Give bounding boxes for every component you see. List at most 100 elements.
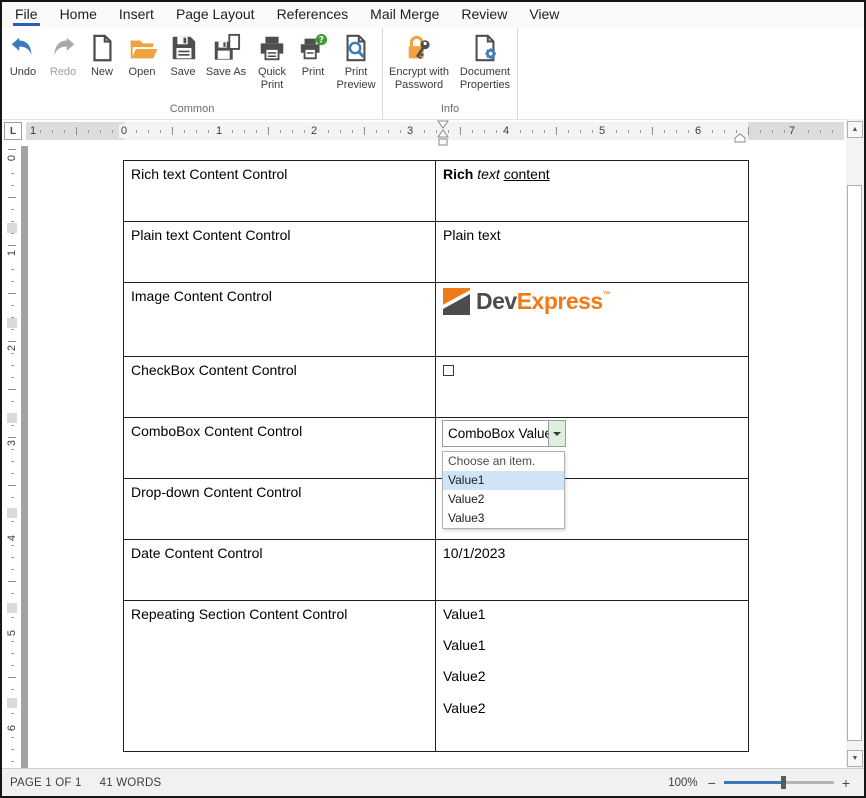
scroll-up-button[interactable]: ▲ <box>847 121 863 138</box>
ribbon-group-label-common: Common <box>3 101 381 119</box>
menu-tab-view[interactable]: View <box>518 2 570 28</box>
table-row: Drop-down Content Control <box>124 479 749 540</box>
zoom-controls: 100% − + <box>668 776 850 790</box>
row-label-cell: Image Content Control <box>124 283 436 357</box>
undo-icon <box>8 33 38 63</box>
document-properties-button[interactable]: Document Properties <box>454 31 516 93</box>
dropdown-option[interactable]: Value1 <box>443 471 564 490</box>
open-folder-icon <box>127 33 157 63</box>
menu-tab-home[interactable]: Home <box>49 2 108 28</box>
rich-text-content-control[interactable]: Rich text content <box>436 161 749 222</box>
print-button[interactable]: ? Print <box>295 31 331 81</box>
encrypt-with-password-button[interactable]: Encrypt with Password <box>384 31 454 93</box>
undo-button[interactable]: Undo <box>3 31 43 81</box>
dropdown-option[interactable]: Choose an item. <box>443 452 564 471</box>
scrollbar-thumb[interactable] <box>847 185 862 741</box>
new-button[interactable]: New <box>83 31 121 81</box>
scroll-down-button[interactable]: ▼ <box>847 750 863 767</box>
repeating-value: Value2 <box>443 699 741 717</box>
table-row: Plain text Content Control Plain text <box>124 222 749 283</box>
scroll-down-icon: ▼ <box>852 755 859 762</box>
ruler-number: 4 <box>501 124 511 138</box>
ruler-number: 2 <box>6 343 18 353</box>
ruler-number: 7 <box>787 124 797 138</box>
new-document-icon <box>87 33 117 63</box>
combobox-dropdown-list: Choose an item. Value1 Value2 Value3 <box>442 451 565 529</box>
menu-tab-review[interactable]: Review <box>450 2 518 28</box>
menu-tab-page-layout[interactable]: Page Layout <box>165 2 266 28</box>
save-as-button[interactable]: Save As <box>203 31 249 81</box>
combobox-dropdown-button[interactable] <box>548 421 565 446</box>
ruler-number: 0 <box>119 124 129 138</box>
table-row: Repeating Section Content Control Value1… <box>124 601 749 752</box>
ribbon-group-info: Encrypt with Password Document Propertie… <box>383 28 518 119</box>
save-as-icon <box>211 33 241 63</box>
word-count: 41 WORDS <box>100 777 162 789</box>
combobox-content-control-cell: ComboBox Value Choose an item. Value1 Va… <box>436 418 749 479</box>
devexpress-logo-icon <box>443 288 470 315</box>
row-label-cell: Date Content Control <box>124 540 436 601</box>
zoom-slider[interactable] <box>724 781 834 784</box>
ruler-number: 4 <box>6 533 18 543</box>
quick-print-button[interactable]: Quick Print <box>249 31 295 93</box>
dropdown-option[interactable]: Value2 <box>443 490 564 509</box>
redo-button[interactable]: Redo <box>43 31 83 81</box>
zoom-in-button[interactable]: + <box>842 776 850 790</box>
repeating-value: Value2 <box>443 667 741 685</box>
table-row: Image Content Control DevExpress™ <box>124 283 749 357</box>
redo-icon <box>48 33 78 63</box>
zoom-slider-handle[interactable] <box>781 776 786 789</box>
open-button[interactable]: Open <box>121 31 163 81</box>
ruler-number: 1 <box>6 248 18 258</box>
print-preview-button[interactable]: Print Preview <box>331 31 381 93</box>
quick-print-icon <box>257 33 287 63</box>
menu-tab-file[interactable]: File <box>4 2 49 28</box>
ribbon-group-common: Undo Redo New Open Save <box>2 28 383 119</box>
checkbox-content-control[interactable] <box>443 365 454 376</box>
horizontal-ruler: 1 0 1 2 3 4 5 6 7 <box>26 122 844 140</box>
app-window: File Home Insert Page Layout References … <box>0 0 866 798</box>
vertical-scrollbar[interactable]: ▲ ▼ <box>846 119 864 768</box>
row-label-cell: Rich text Content Control <box>124 161 436 222</box>
ruler-number: 6 <box>6 723 18 733</box>
repeating-section-content-control[interactable]: Value1 Value1 Value2 Value2 <box>436 601 749 752</box>
repeating-value: Value1 <box>443 636 741 654</box>
combo-dropdown-arrow-icon <box>553 432 561 436</box>
vertical-ruler: 0 1 2 3 4 5 6 <box>3 147 21 768</box>
ribbon: Undo Redo New Open Save <box>2 28 864 119</box>
document-margin-gutter <box>21 146 28 768</box>
date-content-control[interactable]: 10/1/2023 <box>436 540 749 601</box>
table-row: Rich text Content Control Rich text cont… <box>124 161 749 222</box>
ruler-number: 5 <box>6 628 18 638</box>
devexpress-logo: DevExpress™ <box>443 288 741 315</box>
ruler-number: 6 <box>693 124 703 138</box>
zoom-out-button[interactable]: − <box>708 776 716 790</box>
image-content-control[interactable]: DevExpress™ <box>436 283 749 357</box>
status-bar: PAGE 1 OF 1 41 WORDS 100% − + <box>2 768 864 796</box>
menu-tab-insert[interactable]: Insert <box>108 2 165 28</box>
menu-tab-references[interactable]: References <box>266 2 360 28</box>
ruler-number: 1 <box>214 124 224 138</box>
ruler-number: 3 <box>6 438 18 448</box>
tab-selector[interactable]: L <box>4 122 22 140</box>
document-properties-icon <box>470 33 500 63</box>
combobox-content-control[interactable]: ComboBox Value <box>442 420 566 447</box>
ruler-number: 0 <box>6 153 18 163</box>
table-row: CheckBox Content Control <box>124 357 749 418</box>
plain-text-content-control[interactable]: Plain text <box>436 222 749 283</box>
save-button[interactable]: Save <box>163 31 203 81</box>
menu-tab-mail-merge[interactable]: Mail Merge <box>359 2 450 28</box>
table-row: ComboBox Content Control ComboBox Value … <box>124 418 749 479</box>
save-icon <box>168 33 198 63</box>
svg-text:?: ? <box>319 35 324 45</box>
ruler-row: L 1 0 1 2 3 4 5 6 7 <box>2 119 846 147</box>
document-page[interactable]: Rich text Content Control Rich text cont… <box>28 146 846 768</box>
ruler-number: 5 <box>597 124 607 138</box>
ruler-number: 2 <box>309 124 319 138</box>
row-label-cell: Drop-down Content Control <box>124 479 436 540</box>
row-label-cell: CheckBox Content Control <box>124 357 436 418</box>
row-label-cell: Plain text Content Control <box>124 222 436 283</box>
rich-text-bold: Rich <box>443 166 473 182</box>
print-preview-icon <box>341 33 371 63</box>
dropdown-option[interactable]: Value3 <box>443 509 564 528</box>
